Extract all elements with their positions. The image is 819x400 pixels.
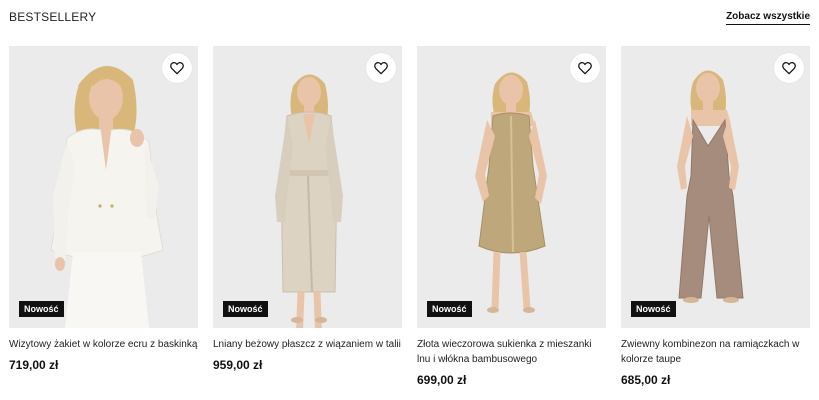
new-badge: Nowość [223, 301, 268, 317]
heart-outline-icon [374, 62, 388, 75]
product-photo-model [9, 46, 198, 328]
product-image[interactable]: Nowość [417, 46, 606, 328]
wishlist-button[interactable] [162, 53, 192, 83]
heart-outline-icon [170, 62, 184, 75]
product-photo-model [417, 46, 606, 328]
product-image[interactable]: Nowość [213, 46, 402, 328]
heart-outline-icon [578, 62, 592, 75]
product-photo-model [621, 46, 810, 328]
product-card[interactable]: Nowość Wizytowy żakiet w kolorze ecru z … [9, 46, 198, 372]
section-title: BESTSELLERY [9, 10, 97, 24]
product-card[interactable]: Nowość Zwiewny kombinezon na ramiączkach… [621, 46, 810, 387]
new-badge: Nowość [427, 301, 472, 317]
product-image[interactable]: Nowość [621, 46, 810, 328]
product-card[interactable]: Nowość Lniany beżowy płaszcz z wiązaniem… [213, 46, 402, 372]
product-photo-model [213, 46, 402, 328]
product-image[interactable]: Nowość [9, 46, 198, 328]
wishlist-button[interactable] [774, 53, 804, 83]
product-name[interactable]: Wizytowy żakiet w kolorze ecru z baskink… [9, 337, 198, 352]
product-price: 699,00 zł [417, 373, 467, 387]
section-header: BESTSELLERY Zobacz wszystkie [9, 0, 810, 34]
product-price: 719,00 zł [9, 358, 59, 372]
wishlist-button[interactable] [366, 53, 396, 83]
product-name[interactable]: Złota wieczorowa sukienka z mieszanki ln… [417, 337, 606, 367]
see-all-link[interactable]: Zobacz wszystkie [726, 11, 810, 25]
product-price: 959,00 zł [213, 358, 263, 372]
heart-outline-icon [782, 62, 796, 75]
product-name[interactable]: Lniany beżowy płaszcz z wiązaniem w tali… [213, 337, 402, 352]
new-badge: Nowość [19, 301, 64, 317]
product-card[interactable]: Nowość Złota wieczorowa sukienka z miesz… [417, 46, 606, 387]
product-price: 685,00 zł [621, 373, 671, 387]
product-grid: Nowość Wizytowy żakiet w kolorze ecru z … [9, 46, 810, 400]
new-badge: Nowość [631, 301, 676, 317]
wishlist-button[interactable] [570, 53, 600, 83]
product-name[interactable]: Zwiewny kombinezon na ramiączkach w kolo… [621, 337, 810, 367]
